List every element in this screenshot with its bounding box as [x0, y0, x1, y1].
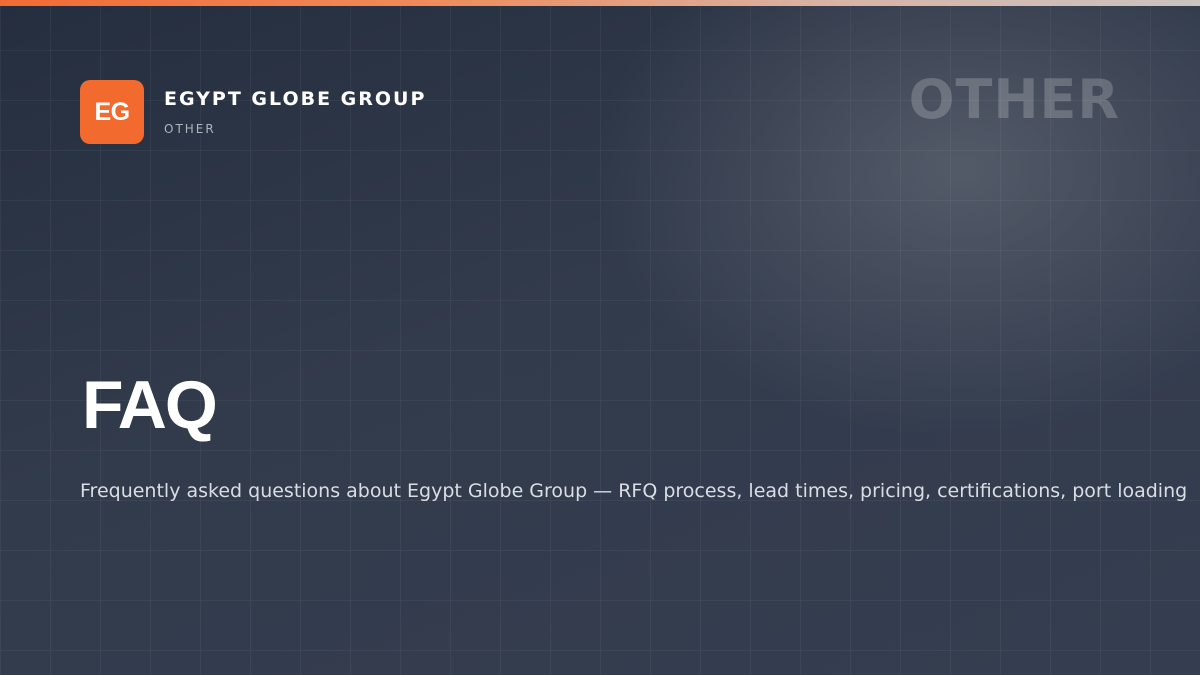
brand-name: EGYPT GLOBE GROUP [164, 88, 427, 110]
page-description: Frequently asked questions about Egypt G… [80, 480, 1188, 502]
og-card: EG EGYPT GLOBE GROUP OTHER OTHER FAQ Fre… [0, 0, 1200, 675]
brand-logo-text: EG [94, 97, 130, 126]
brand-logo: EG [80, 80, 144, 144]
page-title: FAQ [82, 367, 218, 443]
accent-top-bar [0, 0, 1200, 6]
brand-category: OTHER [164, 122, 216, 136]
category-watermark: OTHER [908, 68, 1120, 131]
